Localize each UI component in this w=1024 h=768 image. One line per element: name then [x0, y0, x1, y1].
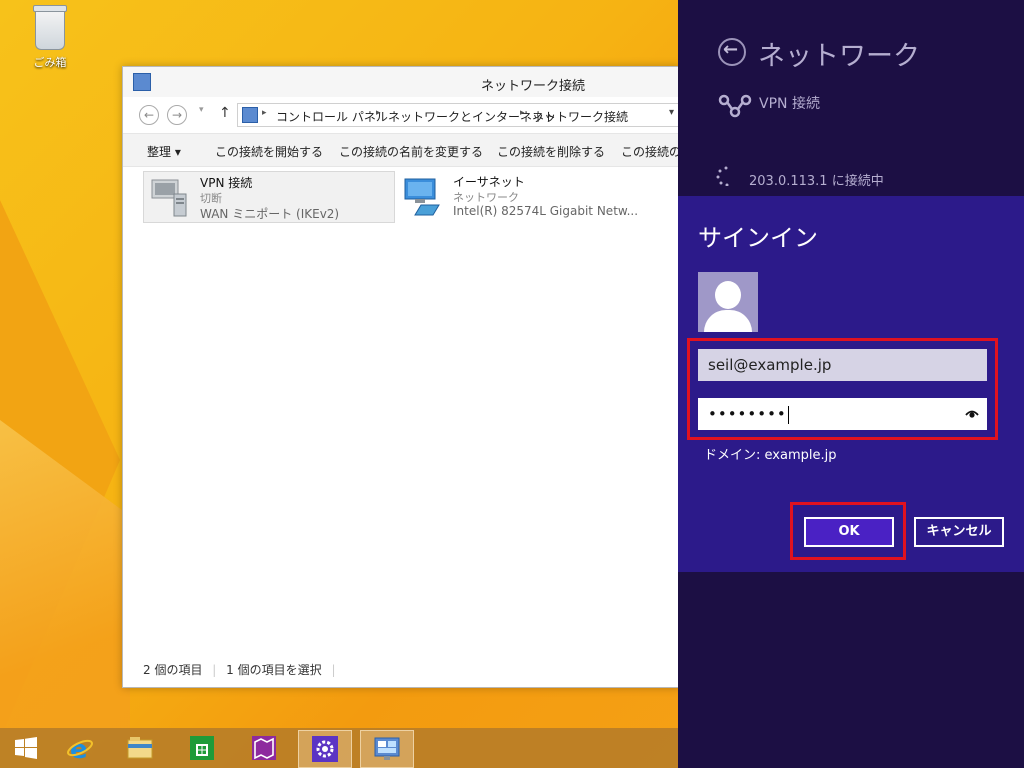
delete-connection-button[interactable]: この接続を削除する: [497, 143, 605, 160]
taskbar: e: [0, 728, 678, 768]
file-explorer-button[interactable]: [114, 730, 166, 766]
organize-button[interactable]: 整理 ▾: [147, 143, 181, 160]
control-panel-icon: [242, 107, 258, 123]
settings-button[interactable]: [298, 730, 352, 768]
user-avatar-icon: [698, 272, 758, 332]
reveal-password-eye-icon[interactable]: [965, 408, 979, 418]
network-connections-button[interactable]: [360, 730, 414, 768]
breadcrumb-separator-icon: ▸: [376, 108, 381, 118]
maps-icon: [252, 736, 276, 760]
password-field[interactable]: ••••••••: [698, 398, 987, 430]
forward-arrow-icon[interactable]: →: [167, 105, 187, 125]
breadcrumb-separator-icon: ▸: [520, 108, 525, 118]
network-connections-window: ネットワーク接続 ← → ▾ ↑ ▸ コントロール パネル ▸ ネットワークとイ…: [122, 66, 680, 688]
breadcrumb-separator-icon: ▸: [262, 108, 267, 118]
item-name: VPN 接続: [200, 176, 253, 190]
store-icon: [190, 736, 214, 760]
signin-dialog: サインイン seil@example.jp •••••••• ドメイン: exa…: [678, 196, 1024, 572]
command-bar: 整理 ▾ この接続を開始する この接続の名前を変更する この接続を削除する この…: [123, 133, 679, 167]
control-panel-icon: [133, 73, 151, 91]
internet-explorer-icon: e: [67, 735, 93, 761]
connection-settings-button[interactable]: この接続の設: [621, 143, 679, 160]
spinner-icon: [716, 166, 729, 186]
selection-count: 1 個の項目を選択: [226, 663, 322, 677]
domain-label: ドメイン: example.jp: [704, 448, 837, 463]
back-arrow-icon[interactable]: [718, 38, 746, 66]
recycle-bin-icon: [33, 5, 67, 50]
back-arrow-icon[interactable]: ←: [139, 105, 159, 125]
recycle-bin-label: ごみ箱: [33, 56, 67, 69]
connection-status: 203.0.113.1 に接続中: [749, 174, 884, 189]
divider: |: [331, 663, 336, 677]
settings-icon: [312, 736, 338, 762]
username-field[interactable]: seil@example.jp: [698, 349, 987, 381]
maps-button[interactable]: [238, 730, 290, 766]
rename-connection-button[interactable]: この接続の名前を変更する: [339, 143, 483, 160]
item-count: 2 個の項目: [143, 663, 203, 677]
navigation-bar: ← → ▾ ↑ ▸ コントロール パネル ▸ ネットワークとインターネット ▸ …: [123, 99, 679, 129]
divider: |: [212, 663, 217, 677]
start-connection-button[interactable]: この接続を開始する: [215, 143, 323, 160]
item-status: 切断: [200, 192, 222, 205]
window-titlebar[interactable]: ネットワーク接続: [123, 67, 679, 97]
status-bar: 2 個の項目 | 1 個の項目を選択 |: [143, 661, 341, 678]
text-caret: [787, 405, 789, 424]
signin-title: サインイン: [698, 224, 818, 252]
ok-button[interactable]: OK: [804, 517, 894, 547]
item-status: ネットワーク: [453, 191, 519, 204]
windows-start-icon: [15, 737, 37, 759]
ethernet-connection-icon: [404, 178, 440, 216]
up-arrow-icon[interactable]: ↑: [219, 105, 231, 121]
recycle-bin-shortcut[interactable]: ごみ箱: [24, 5, 76, 70]
password-mask: ••••••••: [708, 405, 787, 423]
file-explorer-icon: [127, 737, 153, 759]
svg-text:e: e: [70, 735, 88, 761]
list-item-ethernet[interactable]: イーサネット ネットワーク Intel(R) 82574L Gigabit Ne…: [397, 171, 667, 221]
window-title: ネットワーク接続: [481, 79, 586, 94]
network-charm-panel: ネットワーク VPN 接続 203.0.113.1 に接続中 サインイン sei…: [678, 0, 1024, 768]
address-bar[interactable]: ▸ コントロール パネル ▸ ネットワークとインターネット ▸ ネットワーク接続…: [237, 103, 679, 127]
vpn-icon: [718, 94, 752, 118]
item-device: Intel(R) 82574L Gigabit Netw...: [453, 204, 639, 218]
item-name: イーサネット: [453, 175, 525, 189]
address-dropdown-chevron-icon[interactable]: ▾: [669, 107, 674, 118]
store-button[interactable]: [176, 730, 228, 766]
network-connections-icon: [374, 737, 400, 760]
vpn-connection-icon: [151, 179, 187, 217]
item-device: WAN ミニポート (IKEv2): [200, 207, 340, 221]
breadcrumb-network-connections[interactable]: ネットワーク接続: [532, 108, 628, 125]
cancel-button[interactable]: キャンセル: [914, 517, 1004, 547]
start-button[interactable]: [0, 730, 52, 766]
list-item-vpn[interactable]: VPN 接続 切断 WAN ミニポート (IKEv2): [143, 171, 395, 223]
breadcrumb-control-panel[interactable]: コントロール パネル: [276, 108, 388, 125]
breadcrumb-network-internet[interactable]: ネットワークとインターネット: [388, 108, 556, 125]
vpn-connection-name: VPN 接続: [759, 96, 820, 112]
recent-locations-chevron-icon[interactable]: ▾: [199, 105, 204, 115]
internet-explorer-button[interactable]: e: [54, 730, 106, 766]
panel-title: ネットワーク: [758, 41, 920, 72]
